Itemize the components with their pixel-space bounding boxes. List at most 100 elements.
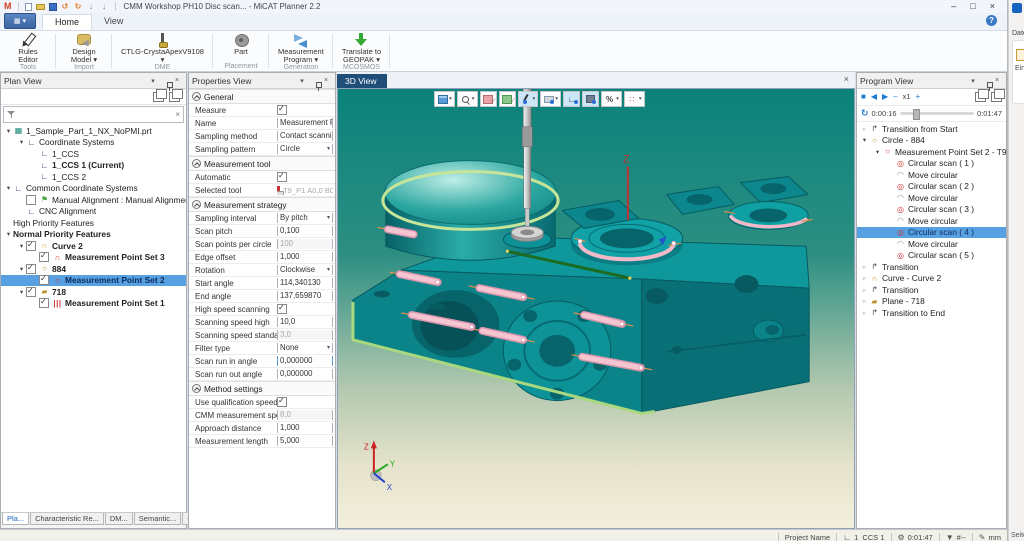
- chevron-down-icon[interactable]: ▾: [616, 96, 619, 102]
- expander-icon[interactable]: ▾: [17, 288, 26, 296]
- rules-button[interactable]: RulesEditor: [6, 32, 50, 64]
- plan-tree-item[interactable]: ▾○884: [1, 263, 186, 275]
- chevron-down-icon[interactable]: ▾: [555, 96, 558, 102]
- expander-icon[interactable]: ▾: [4, 230, 13, 238]
- program-tree-item[interactable]: ▹▰Plane - 718: [857, 296, 1006, 308]
- expander-icon[interactable]: ▾: [4, 127, 13, 135]
- transparency-button[interactable]: %▾: [602, 92, 621, 106]
- plan-bottom-tab[interactable]: Characteristic Re...: [30, 513, 104, 525]
- plan-tree-item[interactable]: ▾▰718: [1, 286, 186, 298]
- measurement-length-field[interactable]: 5,000: [277, 436, 333, 446]
- clear-filter-icon[interactable]: ×: [175, 110, 180, 119]
- plan-tree-item[interactable]: ▾▦1_Sample_Part_1_NX_NoPMI.prt: [1, 125, 186, 137]
- plan-tree-item[interactable]: ▾∩Curve 2: [1, 240, 186, 252]
- expander-icon[interactable]: ▾: [4, 184, 13, 192]
- program-tree-item[interactable]: ▹↱Transition: [857, 261, 1006, 273]
- step-back-button[interactable]: ◀: [871, 92, 877, 102]
- high-speed-scanning-checkbox[interactable]: [277, 304, 287, 314]
- plan-tree-item[interactable]: |||Measurement Point Set 1: [1, 298, 186, 310]
- automatic-checkbox[interactable]: [277, 172, 287, 182]
- program-tree-item[interactable]: ◎Circular scan ( 2 ): [857, 181, 1006, 193]
- chevron-down-icon[interactable]: ▾: [449, 96, 452, 102]
- close-icon[interactable]: ×: [844, 74, 849, 84]
- points-display-button[interactable]: ∷▾: [625, 92, 644, 106]
- ctlg-crystaapexv9108-button[interactable]: CTLG-CrystaApexV9108▾: [118, 32, 207, 64]
- collapse-chevron-icon[interactable]: [192, 384, 201, 393]
- cascade-windows-icon[interactable]: [169, 92, 180, 102]
- rotation-field[interactable]: Clockwise▾: [277, 265, 333, 275]
- checkbox[interactable]: [39, 252, 49, 262]
- chevron-down-icon[interactable]: ▾: [533, 96, 536, 102]
- checkbox[interactable]: [39, 298, 49, 308]
- undo-icon[interactable]: ↺: [61, 2, 70, 11]
- redo-icon[interactable]: ↻: [74, 2, 83, 11]
- tab-3d-view[interactable]: 3D View: [337, 74, 387, 88]
- play-button[interactable]: ▶: [882, 92, 888, 102]
- plan-bottom-tab[interactable]: Semantic...: [134, 513, 182, 525]
- sampling-method-field[interactable]: Contact scanning▾: [277, 131, 333, 141]
- scan-run-out-angle-field[interactable]: 0,000000: [277, 369, 333, 379]
- application-menu-button[interactable]: ▦▾: [4, 13, 36, 29]
- plan-tree-item[interactable]: ∟1_CCS: [1, 148, 186, 160]
- 3d-model-canvas[interactable]: Z Z Y X: [338, 89, 854, 528]
- expander-icon[interactable]: ▾: [873, 148, 882, 156]
- ribbon-tab-view[interactable]: View: [92, 14, 135, 30]
- program-tree-item[interactable]: ▹∩Curve - Curve 2: [857, 273, 1006, 285]
- ribbon-tab-home[interactable]: Home: [42, 14, 92, 30]
- section-header[interactable]: Method settings: [189, 381, 335, 396]
- program-tree-item[interactable]: ◠Move circular: [857, 238, 1006, 250]
- name-field[interactable]: Measurement Point Set 2: [277, 118, 333, 128]
- chevron-down-icon[interactable]: ▾: [967, 77, 979, 85]
- machine-visibility-button[interactable]: [583, 92, 598, 106]
- cascade-windows-icon[interactable]: [153, 92, 164, 102]
- 3d-viewport[interactable]: Z Z Y X: [337, 88, 855, 529]
- program-tree-item[interactable]: ◎Circular scan ( 5 ): [857, 250, 1006, 262]
- speed-decrease-button[interactable]: –: [893, 92, 897, 102]
- plan-tree-item[interactable]: ∟1_CCS 1 (Current): [1, 160, 186, 172]
- program-tree-item[interactable]: ▾○Circle - 884: [857, 135, 1006, 147]
- translate-to-button[interactable]: Translate toGEOPAK ▾: [339, 32, 384, 64]
- background-app-button[interactable]: Einf: [1015, 65, 1024, 72]
- zoom-tools-button[interactable]: ▾: [458, 92, 477, 106]
- collapse-chevron-icon[interactable]: [192, 200, 201, 209]
- section-header[interactable]: Measurement strategy: [189, 197, 335, 212]
- program-tree-item[interactable]: ▹↱Transition from Start: [857, 123, 1006, 135]
- expander-icon[interactable]: ▾: [17, 138, 26, 146]
- status-project-name[interactable]: Project Name: [785, 533, 830, 541]
- chevron-down-icon[interactable]: ▾: [639, 96, 642, 102]
- checkbox[interactable]: [39, 275, 49, 285]
- chevron-down-icon[interactable]: ▾: [147, 77, 159, 85]
- expander-icon[interactable]: ▹: [860, 309, 869, 317]
- scan-pitch-field[interactable]: 0,100: [277, 226, 333, 236]
- speed-increase-button[interactable]: +: [916, 92, 921, 102]
- cmm-measurement-speed-field[interactable]: 8,0: [277, 410, 333, 420]
- expander-icon[interactable]: ▾: [17, 242, 26, 250]
- expander-icon[interactable]: ▹: [860, 125, 869, 133]
- expander-icon[interactable]: ▹: [860, 297, 869, 305]
- scan-points-per-circle-field[interactable]: 100: [277, 239, 333, 249]
- checkbox[interactable]: [26, 287, 36, 297]
- program-tree-item[interactable]: ▾○Measurement Point Set 2 - T9_P1: [857, 146, 1006, 158]
- import-arrow-icon[interactable]: ↓: [87, 2, 96, 11]
- program-tree-item[interactable]: ▹↱Transition to End: [857, 307, 1006, 319]
- program-tree-item[interactable]: ◠Move circular: [857, 215, 1006, 227]
- close-button[interactable]: ×: [990, 1, 995, 12]
- table-visibility-button[interactable]: ▾: [541, 92, 560, 106]
- expander-icon[interactable]: ▾: [17, 265, 26, 273]
- new-file-icon[interactable]: [25, 3, 32, 11]
- chevron-down-icon[interactable]: ▾: [472, 96, 475, 102]
- expander-icon[interactable]: ▹: [860, 263, 869, 271]
- expander-icon[interactable]: ▹: [860, 274, 869, 282]
- chevron-down-icon[interactable]: ▾: [325, 213, 330, 223]
- program-tree-item[interactable]: ◠Move circular: [857, 169, 1006, 181]
- program-tree-item[interactable]: ◎Circular scan ( 4 ): [857, 227, 1006, 239]
- plan-filter-box[interactable]: ×: [3, 106, 184, 123]
- collapse-chevron-icon[interactable]: [192, 92, 201, 101]
- plan-tree-item[interactable]: ▾∟Coordinate Systems: [1, 137, 186, 149]
- cascade-windows-icon[interactable]: [991, 92, 1002, 102]
- chevron-down-icon[interactable]: ▾: [325, 343, 330, 353]
- loop-icon[interactable]: ↻: [861, 108, 869, 119]
- plan-tree-item[interactable]: ⚑Manual Alignment : Manual Alignment: [1, 194, 186, 206]
- minimize-button[interactable]: –: [951, 1, 956, 12]
- checkbox[interactable]: [26, 195, 36, 205]
